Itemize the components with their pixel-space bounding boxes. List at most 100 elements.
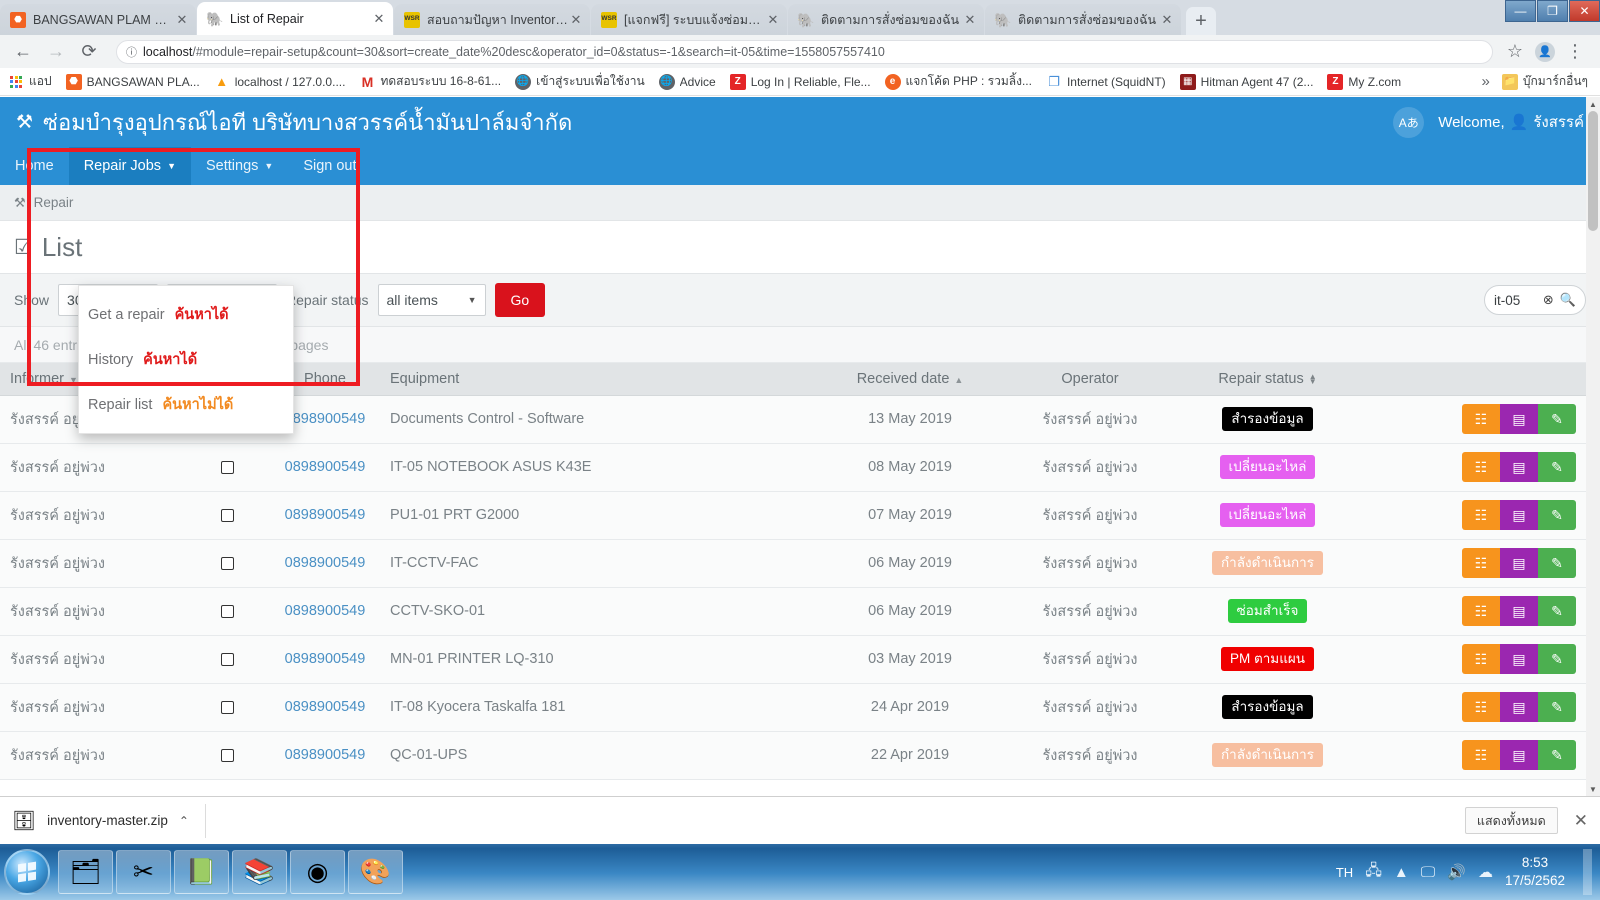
task-list-icon[interactable]: ☷ (1462, 692, 1500, 722)
browser-tab[interactable]: WSR สอบถามปัญหา Inventory เรื่องการ ✕ (394, 4, 590, 35)
table-row[interactable]: รังสรรค์ อยู่พ่วง 0898900549 PU1-01 PRT G2… (0, 491, 1600, 540)
cell-select[interactable] (185, 587, 270, 636)
detail-list-icon[interactable]: ▤ (1500, 500, 1538, 530)
site-info-icon[interactable]: ⓘ (126, 44, 137, 60)
search-icon[interactable]: 🔍 (1560, 292, 1576, 308)
cell-phone[interactable]: 0898900549 (270, 539, 380, 588)
new-tab-button[interactable]: + (1186, 7, 1216, 35)
cloud-icon[interactable]: ☁ (1478, 863, 1493, 881)
phone-link[interactable]: 0898900549 (285, 747, 366, 763)
bookmark-item[interactable]: ▦ Hitman Agent 47 (2... (1179, 73, 1313, 90)
bookmark-item[interactable]: ⬣ BANGSAWAN PLA... (65, 73, 200, 90)
bookmarks-overflow-button[interactable]: » (1482, 73, 1490, 90)
cell-select[interactable] (185, 635, 270, 684)
close-download-bar-icon[interactable]: ✕ (1574, 811, 1588, 831)
table-row[interactable]: รังสรรค์ อยู่พ่วง 0898900549 MN-01 PRINTER… (0, 635, 1600, 684)
cell-select[interactable] (185, 683, 270, 732)
close-icon[interactable]: ✕ (1159, 12, 1175, 28)
nav-item-home[interactable]: Home (0, 147, 69, 185)
close-icon[interactable]: ✕ (962, 12, 978, 28)
bookmark-item[interactable]: Z My Z.com (1327, 73, 1401, 90)
nav-item-settings[interactable]: Settings ▼ (191, 147, 288, 185)
detail-list-icon[interactable]: ▤ (1500, 452, 1538, 482)
bookmark-item[interactable]: 🌐 Advice (658, 73, 716, 90)
show-hidden-icons-icon[interactable]: ▲ (1394, 864, 1409, 881)
edit-pencil-icon[interactable]: ✎ (1538, 404, 1576, 434)
task-list-icon[interactable]: ☷ (1462, 740, 1500, 770)
profile-avatar[interactable]: 👤 (1532, 39, 1558, 65)
detail-list-icon[interactable]: ▤ (1500, 644, 1538, 674)
table-row[interactable]: รังสรรค์ อยู่พ่วง 0898900549 IT-CCTV-FAC 06… (0, 539, 1600, 588)
detail-list-icon[interactable]: ▤ (1500, 548, 1538, 578)
forward-icon[interactable]: → (43, 39, 69, 65)
file-explorer-icon[interactable]: 🗂 (58, 850, 113, 894)
column-header-operator[interactable]: Operator (1000, 363, 1180, 396)
edit-pencil-icon[interactable]: ✎ (1538, 740, 1576, 770)
cell-phone[interactable]: 0898900549 (270, 683, 380, 732)
bookmark-item-apps[interactable]: แอป (8, 72, 52, 91)
edit-pencil-icon[interactable]: ✎ (1538, 596, 1576, 626)
scroll-down-icon[interactable]: ▼ (1586, 782, 1600, 796)
phone-link[interactable]: 0898900549 (285, 555, 366, 571)
language-indicator[interactable]: TH (1336, 865, 1353, 880)
cell-select[interactable] (185, 539, 270, 588)
phone-link[interactable]: 0898900549 (285, 459, 366, 475)
bookmark-item[interactable]: ❐ Internet (SquidNT) (1046, 74, 1166, 90)
windows-start-icon[interactable] (4, 849, 50, 895)
row-checkbox[interactable] (221, 460, 234, 474)
back-icon[interactable]: ← (10, 39, 36, 65)
nav-item-repair-jobs[interactable]: Repair Jobs ▼ (68, 147, 191, 185)
clear-circle-icon[interactable]: ⊗ (1543, 292, 1554, 308)
row-checkbox[interactable] (221, 604, 234, 618)
page-scrollbar[interactable]: ▲ ▼ (1586, 97, 1600, 796)
repair-status-select[interactable]: all items ▼ (377, 284, 486, 316)
close-icon[interactable]: ✕ (174, 12, 190, 28)
cell-phone[interactable]: 0898900549 (270, 731, 380, 780)
download-item[interactable]: 🗄 inventory-master.zip ⌃ (12, 803, 206, 838)
table-row[interactable]: รังสรรค์ อยู่พ่วง 0898900549 CCTV-SKO-01 06… (0, 587, 1600, 636)
phone-link[interactable]: 0898900549 (285, 603, 366, 619)
display-icon[interactable]: 🖵 (1421, 864, 1435, 881)
snipping-tool-icon[interactable]: ✂ (116, 850, 171, 894)
browser-tab[interactable]: 🐘 ติดตามการสั่งซ่อมของฉัน ✕ (788, 4, 984, 35)
volume-icon[interactable]: 🔊 (1447, 863, 1466, 881)
bookmark-item[interactable]: Z Log In | Reliable, Fle... (729, 73, 871, 90)
scroll-up-icon[interactable]: ▲ (1586, 97, 1600, 111)
detail-list-icon[interactable]: ▤ (1500, 404, 1538, 434)
scrollbar-thumb[interactable] (1588, 111, 1598, 231)
column-header-equipment[interactable]: Equipment (380, 363, 820, 396)
cell-select[interactable] (185, 731, 270, 780)
phone-link[interactable]: 0898900549 (285, 651, 366, 667)
menu-item-repair-list[interactable]: Repair list ค้นหาไม่ได้ (79, 382, 293, 427)
task-list-icon[interactable]: ☷ (1462, 548, 1500, 578)
column-header-repair-status[interactable]: Repair status ▲ ▼ (1180, 363, 1355, 396)
close-icon[interactable]: ✕ (568, 12, 584, 28)
address-bar[interactable]: ⓘ localhost /#module=repair-setup&count=… (116, 39, 1493, 64)
browser-tab[interactable]: WSR [แจกฟรี] ระบบแจ้งซ่อมออนไลน์ PH ✕ (591, 4, 787, 35)
winrar-icon[interactable]: 📚 (232, 850, 287, 894)
phone-link[interactable]: 0898900549 (285, 507, 366, 523)
repair-jobs-dropdown-menu[interactable]: Get a repair ค้นหาได้ History ค้นหาได้ R… (78, 285, 294, 434)
reload-icon[interactable]: ⟳ (76, 39, 102, 65)
nav-item-sign-out[interactable]: Sign out (288, 147, 371, 185)
edit-pencil-icon[interactable]: ✎ (1538, 452, 1576, 482)
network-icon[interactable]: 🖧 (1365, 860, 1382, 885)
clock[interactable]: 8:53 17/5/2562 (1505, 854, 1565, 890)
detail-list-icon[interactable]: ▤ (1500, 596, 1538, 626)
chrome-icon[interactable]: ◉ (290, 850, 345, 894)
row-checkbox[interactable] (221, 652, 234, 666)
browser-tab[interactable]: 🐘 ติดตามการสั่งซ่อมของฉัน ✕ (985, 4, 1181, 35)
search-input[interactable]: it-05 (1494, 293, 1537, 308)
table-row[interactable]: รังสรรค์ อยู่พ่วง 0898900549 QC-01-UPS 22 A… (0, 731, 1600, 780)
minimize-button[interactable]: — (1505, 0, 1536, 22)
cell-phone[interactable]: 0898900549 (270, 443, 380, 492)
menu-item-history[interactable]: History ค้นหาได้ (79, 337, 293, 382)
row-checkbox[interactable] (221, 508, 234, 522)
close-window-button[interactable]: ✕ (1569, 0, 1600, 22)
task-list-icon[interactable]: ☷ (1462, 404, 1500, 434)
cell-select[interactable] (185, 491, 270, 540)
edit-pencil-icon[interactable]: ✎ (1538, 692, 1576, 722)
table-row[interactable]: รังสรรค์ อยู่พ่วง 0898900549 IT-05 NOTEBOO… (0, 443, 1600, 492)
task-list-icon[interactable]: ☷ (1462, 500, 1500, 530)
browser-tab[interactable]: ⬣ BANGSAWAN PLAM OIL| Log in ✕ (0, 4, 196, 35)
